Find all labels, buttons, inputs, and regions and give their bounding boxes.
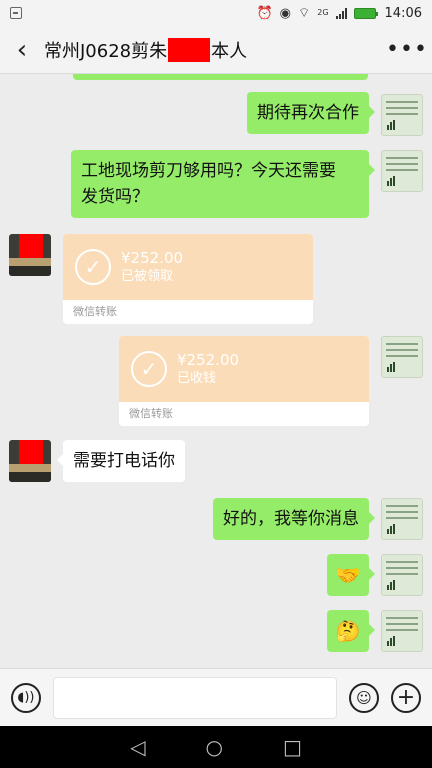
contact-avatar[interactable] — [9, 440, 51, 482]
self-avatar[interactable] — [381, 498, 423, 540]
network-type: 2G — [317, 8, 329, 17]
check-circle-icon: ✓ — [75, 249, 111, 285]
voice-icon: ◖)) — [17, 690, 35, 705]
previous-message-bubble[interactable] — [73, 74, 368, 80]
plus-icon: + — [396, 684, 416, 710]
nav-back-icon[interactable]: ◁ — [130, 735, 145, 759]
message-bubble[interactable]: 需要打电话你 — [57, 440, 185, 482]
self-avatar[interactable] — [381, 150, 423, 192]
message-text: 需要打电话你 — [73, 451, 175, 471]
smiley-icon: ☺ — [356, 688, 372, 707]
message-text-line: 发货吗？ — [81, 187, 149, 207]
self-avatar[interactable] — [381, 554, 423, 596]
message-bubble[interactable]: 工地现场剪刀够用吗？今天还需要 发货吗？ — [71, 150, 375, 218]
transfer-card[interactable]: ✓ ¥252.00 已被领取 微信转账 — [63, 234, 313, 324]
back-button[interactable]: ‹ — [0, 26, 44, 74]
self-avatar[interactable] — [381, 94, 423, 136]
chat-title-prefix: 常州J0628剪朱 — [44, 40, 168, 62]
chat-header: ‹ 常州J0628剪朱 本人 ••• — [0, 26, 432, 74]
check-circle-icon: ✓ — [131, 351, 167, 387]
chevron-left-icon: ‹ — [16, 34, 28, 65]
message-text-line: 工地现场剪刀够用吗？今天还需要 — [81, 161, 336, 181]
message-bubble[interactable]: 好的，我等你消息 — [213, 498, 375, 540]
transfer-amount: ¥252.00 — [121, 249, 184, 267]
transfer-footer: 微信转账 — [129, 407, 173, 420]
transfer-card[interactable]: ✓ ¥252.00 已收钱 微信转账 — [119, 336, 369, 426]
message-text: 期待再次合作 — [257, 103, 359, 123]
battery-icon — [353, 7, 378, 19]
status-icons: ⏰ ◉ ⌔ 2G 14:06 — [256, 6, 422, 21]
transfer-status: 已收钱 — [177, 371, 217, 386]
wifi-icon: ⌔ — [298, 5, 311, 21]
alarm-icon: ⏰ — [256, 5, 273, 21]
system-nav-bar: ◁ ○ □ — [0, 726, 432, 768]
transfer-status: 已被领取 — [121, 269, 174, 284]
plus-button[interactable]: + — [391, 682, 421, 713]
signal-icon — [335, 7, 347, 19]
contact-avatar[interactable] — [9, 234, 51, 276]
nav-recent-icon[interactable]: □ — [283, 735, 302, 759]
chat-area[interactable]: 期待再次合作 工地现场剪刀够用吗？今天还需要 发货吗？ ✓ ¥252.00 已被… — [0, 74, 432, 668]
more-dots-icon: ••• — [386, 37, 428, 62]
input-bar: ◖)) ☺ + — [0, 668, 432, 726]
voice-button[interactable]: ◖)) — [11, 682, 41, 713]
emoji-bubble[interactable]: 🤝 — [327, 554, 375, 596]
status-bar: ⏰ ◉ ⌔ 2G 14:06 — [0, 0, 432, 26]
message-input[interactable] — [53, 676, 337, 719]
nav-home-icon[interactable]: ○ — [206, 735, 223, 759]
notification-icon — [10, 7, 22, 19]
redaction-box — [168, 37, 211, 62]
transfer-amount: ¥252.00 — [177, 351, 240, 369]
message-bubble[interactable]: 期待再次合作 — [247, 92, 375, 134]
self-avatar[interactable] — [381, 610, 423, 652]
eye-icon: ◉ — [279, 5, 291, 21]
more-button[interactable]: ••• — [382, 26, 432, 74]
emoji-bubble[interactable]: 🤔 — [327, 610, 375, 652]
transfer-footer: 微信转账 — [73, 305, 117, 318]
message-text: 好的，我等你消息 — [223, 509, 359, 529]
emoji-button[interactable]: ☺ — [349, 682, 379, 713]
handshake-emoji-icon: 🤝 — [335, 563, 361, 587]
chat-title-suffix: 本人 — [211, 40, 248, 62]
thinking-emoji-icon: 🤔 — [335, 619, 361, 643]
self-avatar[interactable] — [381, 336, 423, 378]
chat-title: 常州J0628剪朱 本人 — [44, 37, 247, 63]
clock: 14:06 — [384, 5, 422, 21]
